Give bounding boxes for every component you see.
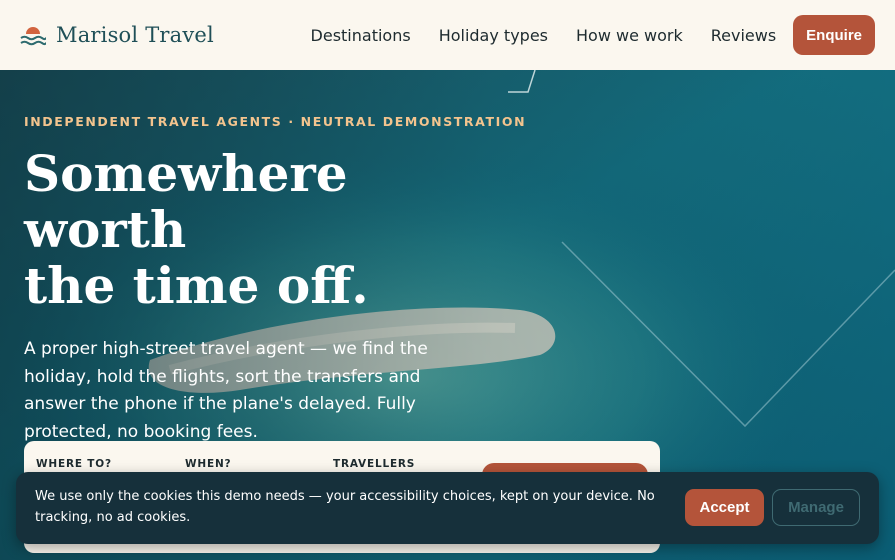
travellers-field[interactable]: TRAVELLERS (333, 458, 415, 470)
hero-eyebrow: INDEPENDENT TRAVEL AGENTS · NEUTRAL DEMO… (24, 114, 527, 129)
nav-holiday-types[interactable]: Holiday types (439, 26, 548, 45)
hero-headline: Somewhere worth the time off. (24, 146, 444, 314)
when-field[interactable]: WHEN? (185, 458, 231, 470)
nav-reviews[interactable]: Reviews (711, 26, 776, 45)
nav-how-we-work[interactable]: How we work (576, 26, 683, 45)
enquire-button[interactable]: Enquire (793, 15, 875, 55)
site-header: Marisol Travel Destinations Holiday type… (0, 0, 895, 70)
headline-line-3: the time off. (24, 256, 369, 315)
brand-logo[interactable]: Marisol Travel (20, 23, 214, 47)
headline-line-1: Somewhere (24, 144, 348, 203)
cookie-banner: We use only the cookies this demo needs … (16, 472, 879, 544)
main-nav: Destinations Holiday types How we work R… (311, 15, 875, 55)
brand-name: Marisol Travel (56, 23, 214, 47)
accept-cookies-button[interactable]: Accept (685, 489, 764, 526)
cookie-message: We use only the cookies this demo needs … (35, 489, 655, 525)
headline-line-2: worth (24, 200, 187, 259)
sun-waves-logo-icon (20, 27, 46, 46)
nav-destinations[interactable]: Destinations (311, 26, 411, 45)
hero-lead: A proper high-street travel agent — we f… (24, 339, 428, 442)
manage-cookies-button[interactable]: Manage (772, 489, 860, 526)
where-to-field[interactable]: WHERE TO? (36, 458, 112, 470)
